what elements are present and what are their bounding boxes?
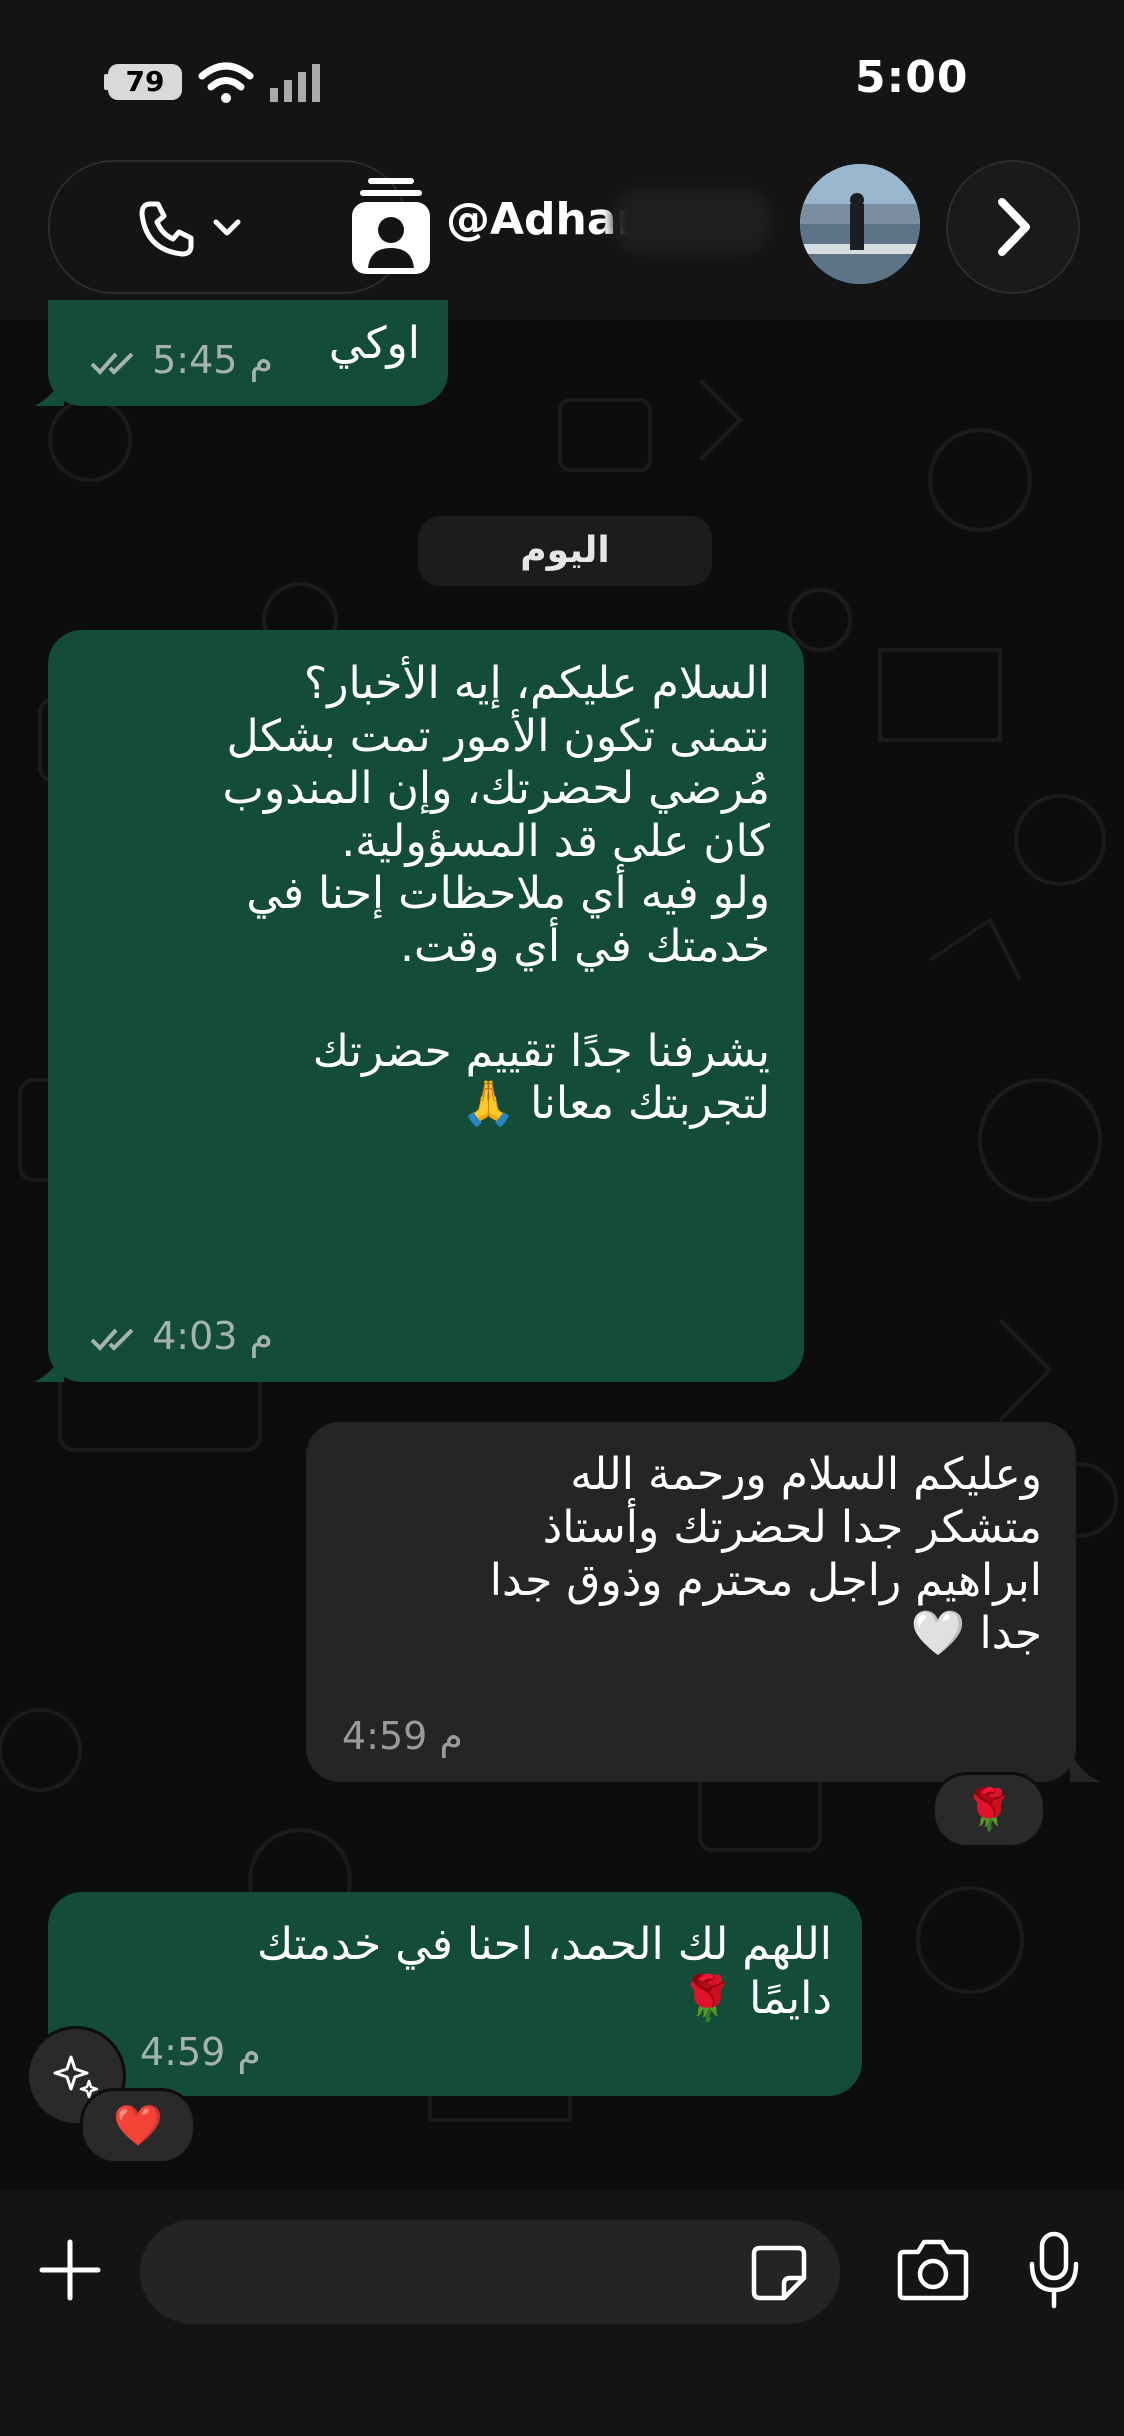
- status-bar: 79 5:00: [0, 0, 1124, 160]
- message-time: 4:03 م: [152, 1314, 274, 1358]
- sticker-icon[interactable]: [750, 2244, 808, 2302]
- message-meta: 4:03 م: [88, 1314, 273, 1358]
- message-bubble-outgoing[interactable]: السلام عليكم، إيه الأخبار؟ نتمنى تكون ال…: [48, 630, 804, 1382]
- message-text: اللهم لك الحمد، احنا في خدمتك دايمًا 🌹: [257, 1919, 832, 2024]
- redacted-name-blur: [612, 188, 772, 254]
- message-time: 4:59 م: [140, 2030, 261, 2074]
- wifi-icon: [198, 62, 254, 103]
- message-text: وعليكم السلام ورحمة الله متشكر جدا لحضرت…: [489, 1449, 1042, 1659]
- avatar-photo: [800, 164, 920, 284]
- status-time: 5:00: [855, 52, 969, 103]
- message-text: السلام عليكم، إيه الأخبار؟ نتمنى تكون ال…: [222, 658, 770, 1129]
- message-bubble-outgoing[interactable]: اللهم لك الحمد، احنا في خدمتك دايمًا 🌹 4…: [48, 1892, 862, 2096]
- message-text: اوكي: [328, 318, 420, 369]
- next-button[interactable]: [946, 160, 1080, 294]
- chevron-down-icon[interactable]: [210, 212, 244, 242]
- bubble-tail: [34, 1352, 64, 1382]
- phone-icon[interactable]: [136, 198, 196, 258]
- composer-bar: [0, 2190, 1124, 2436]
- message-time: 5:45 م: [152, 338, 274, 382]
- message-input[interactable]: [140, 2220, 840, 2324]
- message-bubble-incoming[interactable]: وعليكم السلام ورحمة الله متشكر جدا لحضرت…: [306, 1422, 1076, 1782]
- call-button-group[interactable]: [48, 160, 430, 294]
- message-meta: 4:59 م: [140, 2030, 261, 2074]
- reaction-badge[interactable]: ❤️: [80, 2088, 196, 2164]
- message-time: 4:59 م: [342, 1714, 463, 1758]
- message-meta: 5:45 م: [88, 338, 273, 382]
- battery-indicator: 79: [108, 64, 182, 100]
- contact-avatar[interactable]: [800, 164, 920, 284]
- reaction-badge[interactable]: 🌹: [932, 1772, 1046, 1848]
- message-bubble-outgoing[interactable]: اوكي 5:45 م: [48, 300, 448, 406]
- chat-header: @Adham: [0, 160, 1124, 320]
- day-separator: اليوم: [418, 516, 712, 586]
- sparkle-icon: [53, 2055, 99, 2099]
- chevron-right-icon: [998, 198, 1030, 256]
- message-meta: 4:59 م: [342, 1714, 463, 1758]
- signal-icon: [270, 64, 320, 102]
- contact-card-icon[interactable]: [350, 176, 432, 276]
- double-check-icon: [90, 352, 134, 375]
- plus-icon[interactable]: [38, 2238, 102, 2302]
- camera-icon[interactable]: [896, 2236, 970, 2302]
- double-check-icon: [90, 1328, 134, 1351]
- mic-icon[interactable]: [1026, 2230, 1082, 2310]
- bubble-tail: [1070, 1752, 1100, 1782]
- bubble-tail: [34, 376, 64, 406]
